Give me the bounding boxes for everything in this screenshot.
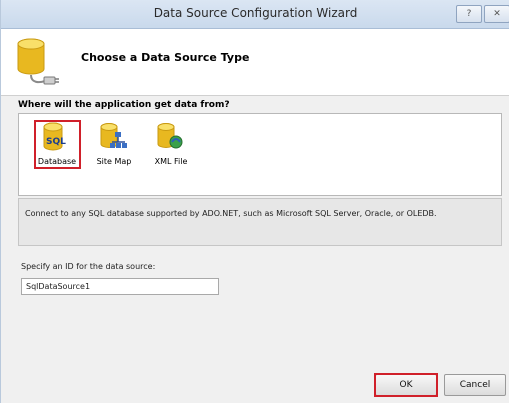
source-type-xml-file[interactable]: XML File [146,120,196,172]
help-button[interactable]: ? [456,5,482,23]
database-plug-icon [15,37,61,93]
cancel-button[interactable]: Cancel [444,374,506,396]
source-type-label: XML File [154,157,188,166]
close-button[interactable]: ✕ [484,5,509,23]
source-type-label: Site Map [96,157,132,166]
source-type-list: SQL Database Site Map XML File [18,113,502,196]
source-type-site-map[interactable]: Site Map [89,120,139,172]
title-bar: Data Source Configuration Wizard ? ✕ [1,0,509,29]
source-type-description: Connect to any SQL database supported by… [18,198,502,246]
selection-highlight [34,120,81,169]
source-type-prompt: Where will the application get data from… [18,100,230,110]
page-title: Choose a Data Source Type [81,51,250,64]
data-source-id-input[interactable] [21,278,219,295]
xml-file-icon [156,122,186,158]
wizard-window: Data Source Configuration Wizard ? ✕ Cho… [0,0,509,403]
window-title: Data Source Configuration Wizard [153,6,358,20]
wizard-header: Choose a Data Source Type [1,29,509,96]
site-map-icon [99,122,129,158]
data-source-id-label: Specify an ID for the data source: [21,262,156,271]
ok-highlight [374,373,438,397]
